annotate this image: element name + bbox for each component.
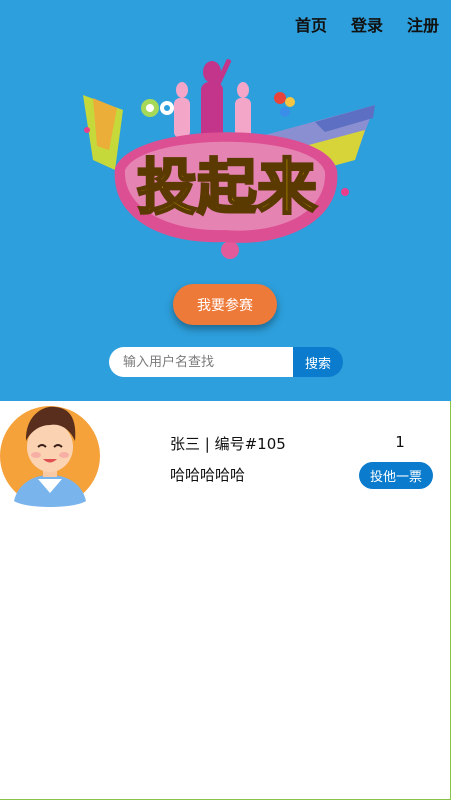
svg-text:投起来: 投起来	[137, 153, 317, 223]
hero-banner: 首页 登录 注册 投起来 我要参赛 搜索	[0, 0, 451, 401]
search-button[interactable]: 搜索	[293, 347, 343, 377]
candidate-name: 张三 | 编号#105	[170, 435, 286, 453]
vote-button[interactable]: 投他一票	[359, 462, 433, 489]
vote-count: 1	[395, 433, 405, 451]
avatar	[0, 406, 100, 507]
vote-banner-logo: 投起来	[83, 59, 375, 259]
top-nav: 首页 登录 注册	[295, 12, 439, 36]
candidate-card: 张三 | 编号#105 哈哈哈哈哈 1 投他一票	[0, 401, 451, 511]
nav-register-link[interactable]: 注册	[407, 12, 439, 36]
join-contest-button[interactable]: 我要参赛	[173, 284, 277, 325]
search-input[interactable]	[109, 347, 293, 377]
nav-login-link[interactable]: 登录	[351, 12, 383, 36]
candidate-description: 哈哈哈哈哈	[170, 466, 246, 484]
search-bar: 搜索	[109, 347, 343, 377]
nav-home-link[interactable]: 首页	[295, 12, 327, 36]
